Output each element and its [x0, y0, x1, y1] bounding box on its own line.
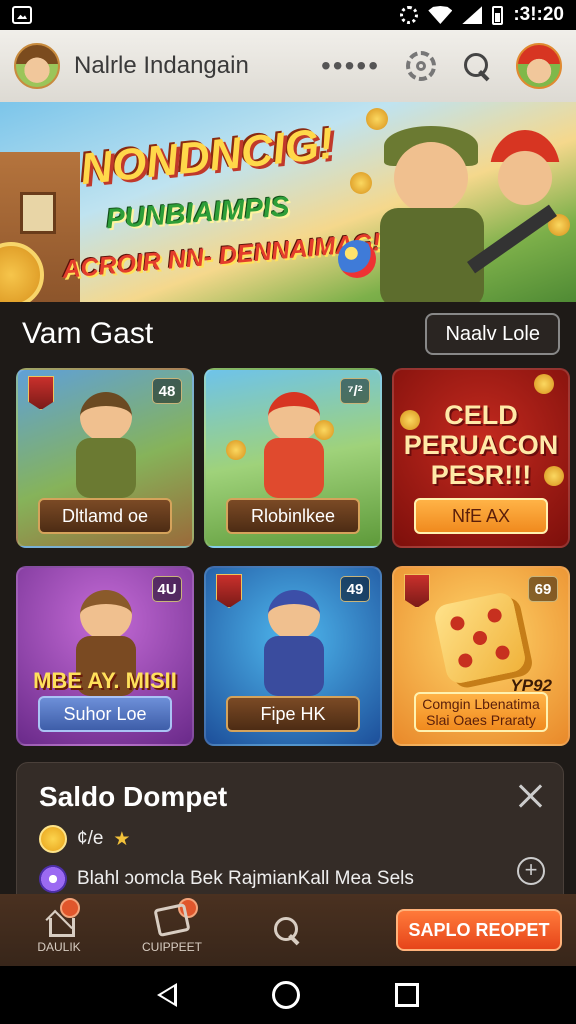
- star-icon: ★: [113, 828, 131, 850]
- card-label: Suhor Loe: [38, 696, 172, 732]
- gallery-icon: [12, 6, 32, 24]
- signal-icon: [462, 6, 483, 24]
- promo-line: CELD: [444, 400, 518, 430]
- nav-item-search[interactable]: [232, 915, 342, 945]
- promo-card[interactable]: CELD PERUACON PESR!!! NfE AX: [392, 368, 570, 548]
- banner-title: NONDNCIG!: [78, 118, 337, 195]
- promo-line: PESR!!!: [430, 460, 532, 490]
- close-icon[interactable]: [515, 781, 545, 811]
- coin-icon: [39, 825, 67, 853]
- section-title: Vam Gast: [22, 317, 154, 350]
- wifi-icon: [428, 6, 453, 24]
- ticket-icon: [153, 902, 191, 938]
- home-icon: [43, 906, 75, 937]
- promo-text: CELD PERUACON PESR!!!: [394, 400, 568, 490]
- wallet-detail: Blahl ɔomcla Bek RajmianKall Mea Sels: [77, 868, 414, 889]
- wallet-balance: ¢/e: [77, 828, 104, 849]
- nav-item-home[interactable]: DAULIK: [0, 898, 118, 954]
- card-label: Fipe HK: [226, 696, 360, 732]
- gem-icon: [39, 865, 67, 893]
- coin-icon: [314, 420, 334, 440]
- promo-button[interactable]: NfE AX: [414, 498, 548, 534]
- settings-icon[interactable]: [406, 51, 436, 81]
- card-overlay-text: MBE AY. MISII: [33, 668, 177, 693]
- wallet-title: Saldo Dompet: [39, 781, 228, 812]
- game-card[interactable]: 48 Dltlamd oe: [16, 368, 194, 548]
- view-all-button[interactable]: Naalv Lole: [425, 313, 560, 355]
- search-icon: [272, 915, 302, 945]
- home-button-icon[interactable]: [271, 981, 300, 1009]
- wallet-cta-button[interactable]: SAPLO REOPET: [396, 909, 562, 951]
- section-header: Vam Gast Naalv Lole: [0, 302, 576, 366]
- system-nav: [0, 966, 576, 1024]
- shield-icon: [216, 574, 242, 608]
- wallet-detail-row: Blahl ɔomcla Bek RajmianKall Mea Sels: [39, 865, 541, 893]
- back-icon[interactable]: [157, 983, 178, 1007]
- banner-subtitle: PUNBIAIMPIS: [105, 190, 291, 235]
- dots-icon[interactable]: •••••: [321, 52, 380, 80]
- search-icon[interactable]: [462, 51, 492, 81]
- app-bar: Nalrle Indangain •••••: [0, 30, 576, 102]
- soldier-character: [362, 122, 557, 302]
- firefighter-character: [490, 130, 560, 210]
- bottom-nav: DAULIK CUIPPEET SAPLO REOPET: [0, 894, 576, 966]
- card-badge: 48: [152, 378, 182, 404]
- game-card[interactable]: 49 Fipe HK: [204, 566, 382, 746]
- banner-tagline: ACROIR NN- DENNAIMAG!: [61, 228, 382, 284]
- coin-icon: [534, 374, 554, 394]
- soldier-character: [70, 392, 140, 502]
- nav-label: DAULIK: [37, 940, 81, 954]
- card-label: Comgin Lbenatima Slai Oaes Praraty: [414, 692, 548, 732]
- hero-banner[interactable]: NONDNCIG! PUNBIAIMPIS ACROIR NN- DENNAIM…: [0, 102, 576, 302]
- wallet-panel: Saldo Dompet ¢/e ★ Blahl ɔomcla Bek Rajm…: [16, 762, 564, 912]
- settings-status-icon: [400, 6, 419, 24]
- game-card[interactable]: 69 YP92 Comgin Lbenatima Slai Oaes Prara…: [392, 566, 570, 746]
- nav-label: CUIPPEET: [141, 940, 202, 954]
- promo-line: PERUACON: [403, 430, 559, 460]
- card-label: Rlobinlkee: [226, 498, 360, 534]
- app-title: Nalrle Indangain: [74, 52, 249, 79]
- recents-icon[interactable]: [394, 983, 419, 1007]
- game-card[interactable]: ⁷/² Rlobinlkee: [204, 368, 382, 548]
- shield-icon: [28, 376, 54, 410]
- wolf-character: [258, 590, 328, 700]
- add-icon[interactable]: +: [517, 857, 545, 885]
- status-bar: :3!:20: [0, 0, 576, 30]
- card-badge: 4U: [152, 576, 182, 602]
- card-badge: 69: [528, 576, 558, 602]
- coin-icon: [226, 440, 246, 460]
- nav-item-coupon[interactable]: CUIPPEET: [112, 898, 232, 954]
- card-badge: 49: [340, 576, 370, 602]
- firefighter-character: [258, 392, 328, 502]
- clock: :3!:20: [513, 4, 564, 25]
- dice-icon: [432, 590, 528, 686]
- shield-icon: [404, 574, 430, 608]
- battery-icon: [492, 5, 504, 25]
- avatar[interactable]: [14, 43, 60, 89]
- game-card[interactable]: 4U MBE AY. MISII Suhor Loe: [16, 566, 194, 746]
- wallet-balance-row: ¢/e ★: [39, 825, 541, 853]
- card-label: Dltlamd oe: [38, 498, 172, 534]
- profile-avatar[interactable]: [516, 43, 562, 89]
- card-badge: ⁷/²: [340, 378, 370, 404]
